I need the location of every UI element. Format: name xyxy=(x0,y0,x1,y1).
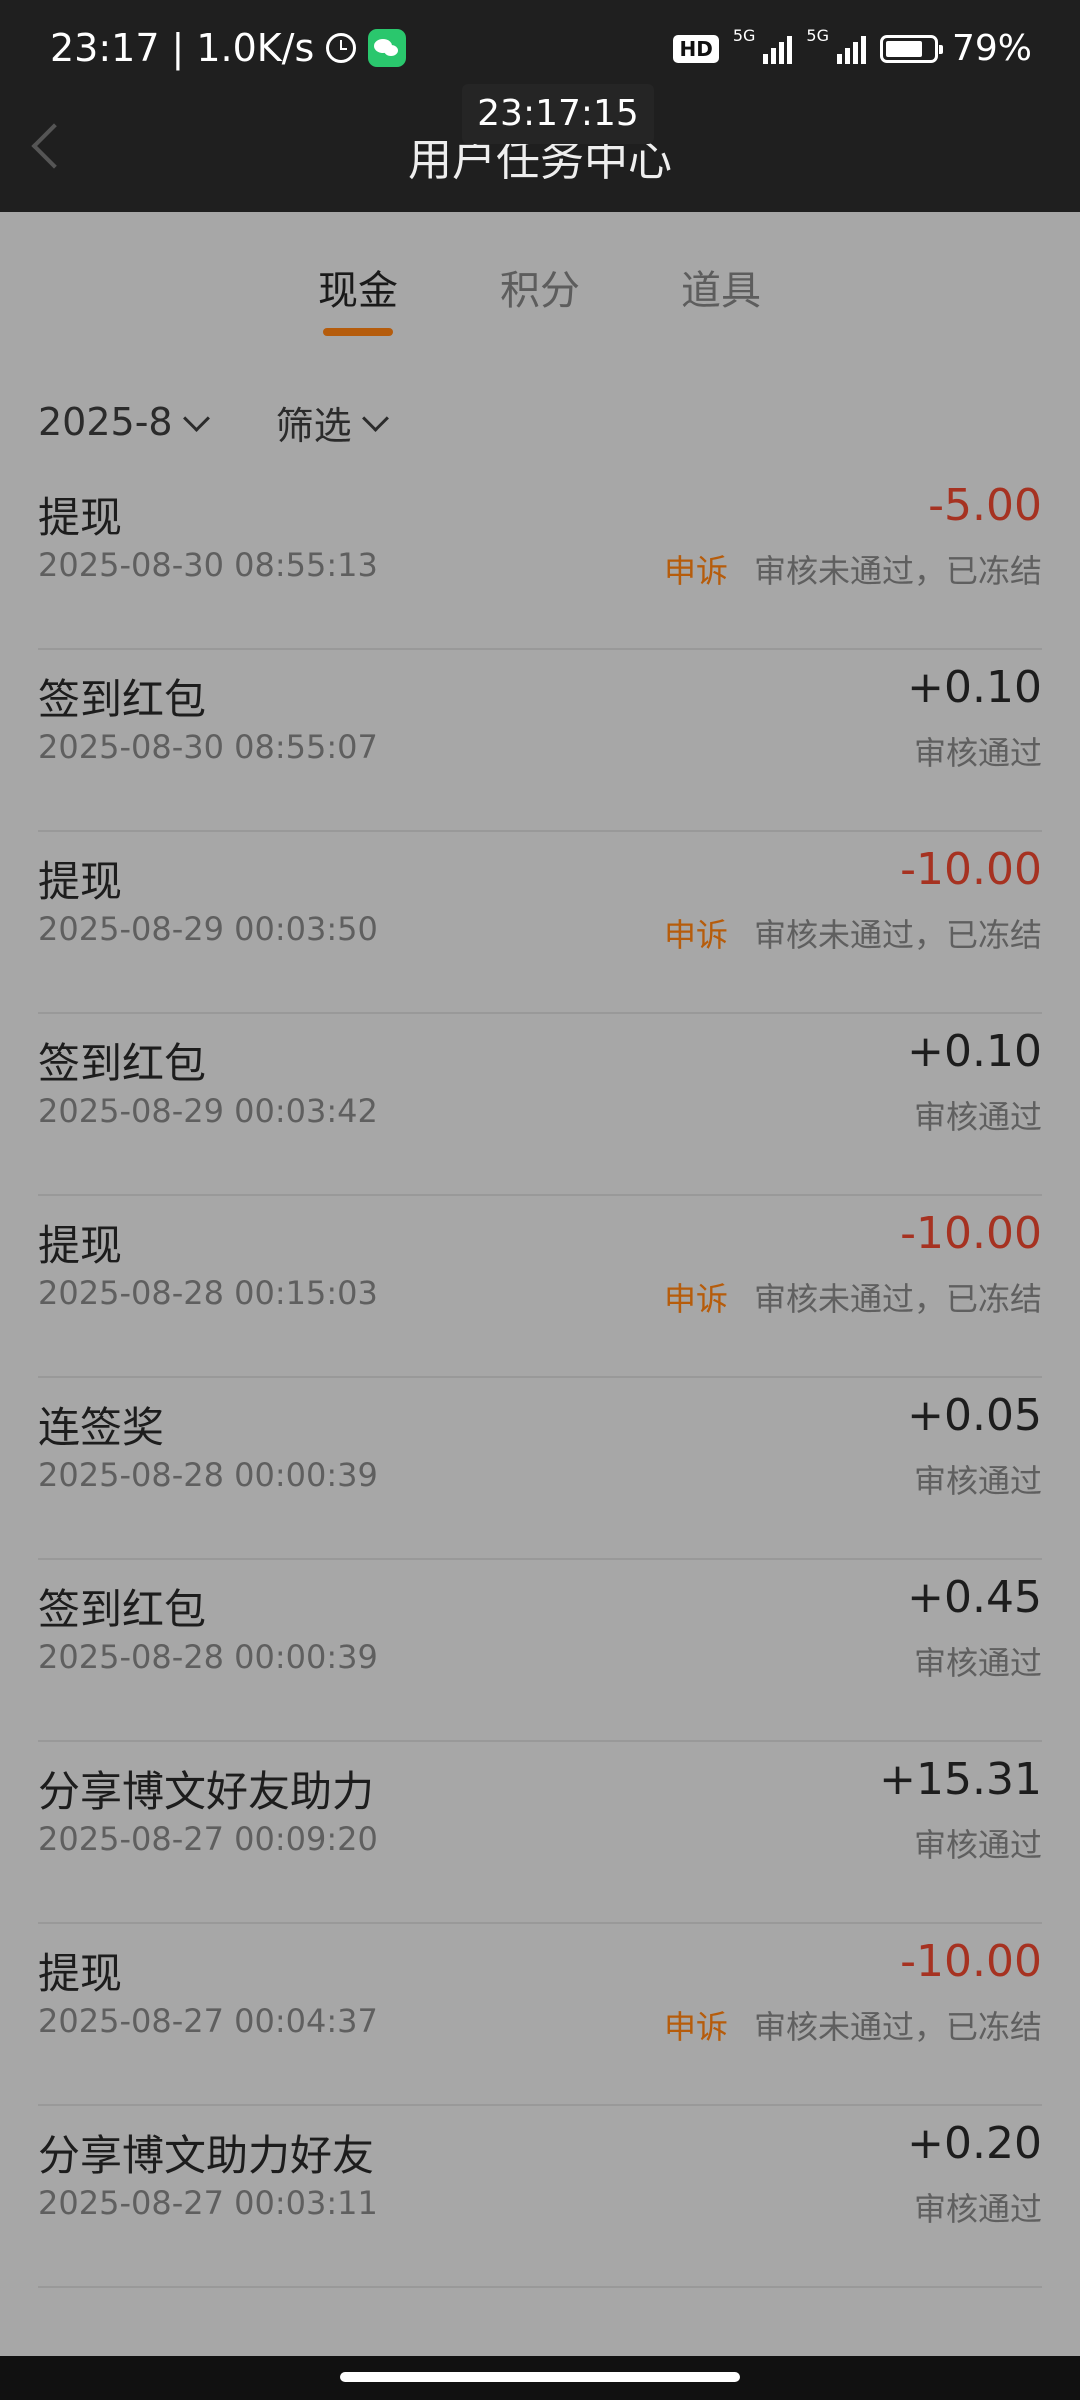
transaction-row[interactable]: 签到红包 2025-08-30 08:55:07 +0.10 审核通过 xyxy=(38,650,1042,832)
transaction-title: 提现 xyxy=(38,1221,123,1270)
transaction-status-group: 审核通过 xyxy=(914,1092,1042,1138)
filter-button[interactable]: 筛选 xyxy=(275,392,389,452)
transaction-row[interactable]: 提现 2025-08-30 08:55:13 -5.00 申诉 审核未通过，已冻结 xyxy=(38,468,1042,650)
transaction-amount: +0.10 xyxy=(907,662,1042,713)
battery-icon xyxy=(879,34,943,63)
transaction-status: 审核通过 xyxy=(913,2190,1042,2228)
transaction-row[interactable]: 分享博文助力好友 2025-08-27 00:03:11 +0.20 审核通过 xyxy=(38,2106,1042,2288)
home-indicator[interactable] xyxy=(340,2372,740,2382)
home-indicator-bar xyxy=(0,2356,1080,2400)
transaction-date: 2025-08-29 00:03:42 xyxy=(38,1092,378,1130)
tab-cash[interactable]: 现金 xyxy=(318,258,398,316)
filter-label: 筛选 xyxy=(275,403,352,448)
network-type-2: 5G xyxy=(806,26,829,45)
transaction-status: 审核通过 xyxy=(913,1098,1042,1136)
transaction-amount: +0.05 xyxy=(907,1390,1042,1441)
transaction-title: 分享博文助力好友 xyxy=(38,2131,375,2180)
transaction-status: 审核通过 xyxy=(913,734,1042,772)
transaction-date: 2025-08-29 00:03:50 xyxy=(38,910,378,948)
time-overlay: 23:17:15 xyxy=(462,84,654,144)
transaction-title: 提现 xyxy=(38,857,123,906)
transaction-title: 分享博文好友助力 xyxy=(38,1767,375,1816)
transaction-row[interactable]: 签到红包 2025-08-28 00:00:39 +0.45 审核通过 xyxy=(38,1560,1042,1742)
transaction-title: 提现 xyxy=(38,493,123,542)
transaction-status-group: 申诉 审核未通过，已冻结 xyxy=(664,546,1042,592)
transaction-title: 签到红包 xyxy=(38,1039,207,1088)
transaction-amount: +0.10 xyxy=(907,1026,1042,1077)
chevron-down-icon xyxy=(182,404,210,432)
transaction-row[interactable]: 分享博文好友助力 2025-08-27 00:09:20 +15.31 审核通过 xyxy=(38,1742,1042,1924)
transaction-status-group: 审核通过 xyxy=(914,2184,1042,2230)
transaction-status-group: 审核通过 xyxy=(914,1820,1042,1866)
transaction-date: 2025-08-28 00:15:03 xyxy=(38,1274,378,1312)
month-filter-button[interactable]: 2025-8 xyxy=(38,392,210,452)
transaction-status: 审核通过 xyxy=(913,1644,1042,1682)
status-separator: | xyxy=(171,26,185,70)
transaction-amount: -10.00 xyxy=(900,1936,1042,1987)
transaction-amount: -5.00 xyxy=(928,480,1042,531)
tab-props[interactable]: 道具 xyxy=(681,258,761,316)
transaction-row[interactable]: 提现 2025-08-29 00:03:50 -10.00 申诉 审核未通过，已冻结 xyxy=(38,832,1042,1014)
month-filter-label: 2025-8 xyxy=(38,400,173,444)
transaction-status: 审核未通过，已冻结 xyxy=(753,2008,1042,2046)
appeal-link[interactable]: 申诉 xyxy=(664,2002,728,2048)
transaction-title: 签到红包 xyxy=(38,675,207,724)
transaction-status-group: 申诉 审核未通过，已冻结 xyxy=(664,1274,1042,1320)
transaction-amount: -10.00 xyxy=(900,1208,1042,1259)
transaction-row[interactable]: 连签奖 2025-08-28 00:00:39 +0.05 审核通过 xyxy=(38,1378,1042,1560)
transaction-status-group: 审核通过 xyxy=(914,1456,1042,1502)
transaction-list: 提现 2025-08-30 08:55:13 -5.00 申诉 审核未通过，已冻结 签到红… xyxy=(38,468,1042,2288)
tab-points[interactable]: 积分 xyxy=(500,258,580,316)
transaction-status: 审核未通过，已冻结 xyxy=(753,1280,1042,1318)
transaction-date: 2025-08-28 00:00:39 xyxy=(38,1456,378,1494)
filters: 2025-8 筛选 xyxy=(38,392,389,452)
transaction-status-group: 申诉 审核未通过，已冻结 xyxy=(664,2002,1042,2048)
transaction-amount: +0.45 xyxy=(907,1572,1042,1623)
transaction-title: 签到红包 xyxy=(38,1585,207,1634)
transaction-row[interactable]: 提现 2025-08-27 00:04:37 -10.00 申诉 审核未通过，已冻结 xyxy=(38,1924,1042,2106)
transaction-status: 审核未通过，已冻结 xyxy=(753,916,1042,954)
transaction-amount: +15.31 xyxy=(879,1754,1042,1805)
transaction-status: 审核通过 xyxy=(913,1462,1042,1500)
battery-percent: 79% xyxy=(951,28,1032,69)
signal-icon xyxy=(836,34,866,64)
transaction-date: 2025-08-27 00:04:37 xyxy=(38,2002,378,2040)
tab-indicator xyxy=(323,328,393,336)
transaction-date: 2025-08-28 00:00:39 xyxy=(38,1638,378,1676)
transaction-status-group: 申诉 审核未通过，已冻结 xyxy=(664,910,1042,956)
hd-badge: HD xyxy=(673,34,719,63)
transaction-status-group: 审核通过 xyxy=(914,1638,1042,1684)
appeal-link[interactable]: 申诉 xyxy=(664,1274,728,1320)
transaction-amount: -10.00 xyxy=(900,844,1042,895)
status-right: HD 5G 5G 79% xyxy=(673,28,1032,69)
transaction-status-group: 审核通过 xyxy=(914,728,1042,774)
transaction-status: 审核通过 xyxy=(913,1826,1042,1864)
alarm-icon xyxy=(326,33,357,63)
tabs: 现金 积分 道具 xyxy=(0,220,1080,350)
signal-icon xyxy=(763,34,793,64)
wechat-icon xyxy=(368,29,407,67)
transaction-title: 提现 xyxy=(38,1949,123,1998)
transaction-status: 审核未通过，已冻结 xyxy=(753,552,1042,590)
transaction-row[interactable]: 提现 2025-08-28 00:15:03 -10.00 申诉 审核未通过，已冻结 xyxy=(38,1196,1042,1378)
clock-text: 23:17 xyxy=(50,26,160,70)
transaction-date: 2025-08-27 00:03:11 xyxy=(38,2184,378,2222)
network-type-1: 5G xyxy=(732,26,756,45)
transaction-date: 2025-08-30 08:55:13 xyxy=(38,546,378,584)
transaction-date: 2025-08-27 00:09:20 xyxy=(38,1820,378,1858)
appeal-link[interactable]: 申诉 xyxy=(664,546,728,592)
chevron-down-icon xyxy=(361,404,389,432)
status-left: 23:17 | 1.0K/s xyxy=(50,26,407,70)
transaction-row[interactable]: 签到红包 2025-08-29 00:03:42 +0.10 审核通过 xyxy=(38,1014,1042,1196)
transaction-title: 连签奖 xyxy=(38,1403,165,1452)
appeal-link[interactable]: 申诉 xyxy=(664,910,728,956)
transaction-amount: +0.20 xyxy=(907,2118,1042,2169)
network-speed: 1.0K/s xyxy=(196,26,315,70)
transaction-date: 2025-08-30 08:55:07 xyxy=(38,728,378,766)
